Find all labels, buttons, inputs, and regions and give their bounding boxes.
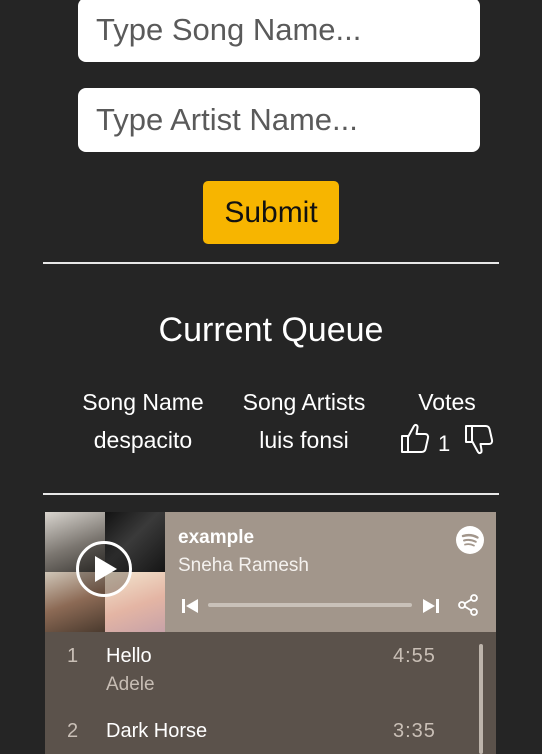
track-row[interactable]: 2 Dark Horse 3:35 [45, 717, 475, 754]
queue-song-name: despacito [93, 427, 193, 453]
next-icon[interactable] [422, 597, 440, 615]
submit-button[interactable]: Submit [203, 181, 339, 244]
tracklist-scrollbar[interactable] [479, 644, 483, 754]
play-button[interactable] [76, 541, 132, 597]
column-header-song-artists: Song Artists [242, 389, 366, 415]
track-number: 2 [67, 720, 79, 742]
track-row[interactable]: 1 Hello Adele 4:55 [45, 642, 475, 702]
divider [43, 493, 499, 495]
artist-name-input[interactable] [78, 88, 480, 152]
spotify-icon[interactable] [456, 526, 484, 554]
column-header-song-name: Song Name [82, 389, 204, 415]
spotify-embed-player: example Sneha Ramesh 1 Hello Adele 4:55 [45, 512, 496, 754]
track-artist: Adele [106, 674, 155, 695]
playlist-owner: Sneha Ramesh [178, 555, 309, 576]
player-header: example Sneha Ramesh [45, 512, 496, 632]
play-icon [95, 556, 117, 582]
thumbs-up-icon[interactable] [400, 422, 430, 454]
share-icon[interactable] [456, 593, 480, 617]
vote-count: 1 [438, 431, 451, 456]
progress-bar[interactable] [208, 603, 412, 607]
track-name: Hello [106, 645, 152, 667]
song-name-input[interactable] [78, 0, 480, 62]
track-duration: 4:55 [393, 645, 436, 667]
column-header-votes: Votes [418, 389, 476, 415]
previous-icon[interactable] [181, 597, 199, 615]
queue-title: Current Queue [158, 311, 384, 349]
queue-song-artist: luis fonsi [259, 427, 349, 453]
track-number: 1 [67, 645, 79, 667]
playlist-title: example [178, 527, 255, 548]
thumbs-down-icon[interactable] [464, 424, 494, 456]
track-name: Dark Horse [106, 720, 208, 742]
votes-cell: 1 [398, 422, 498, 456]
divider [43, 262, 499, 264]
track-duration: 3:35 [393, 720, 436, 742]
